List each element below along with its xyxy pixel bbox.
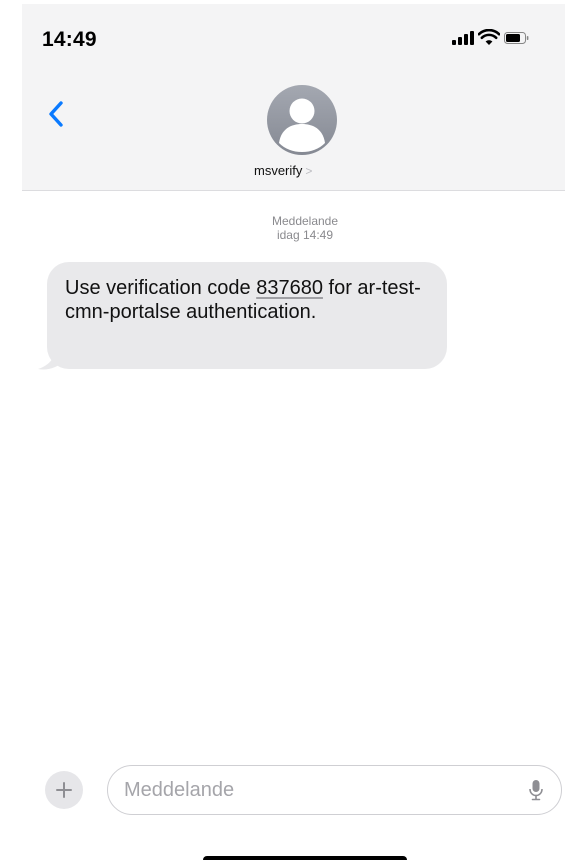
service-label: Meddelande	[271, 214, 339, 228]
plus-icon	[56, 782, 72, 798]
add-attachment-button[interactable]	[45, 771, 83, 809]
cellular-signal-icon	[452, 30, 474, 45]
message-text-before: Use verification code	[65, 277, 257, 299]
wifi-icon	[478, 29, 500, 45]
message-input-container[interactable]	[107, 765, 562, 815]
back-button[interactable]	[44, 98, 68, 130]
contact-name: msverify	[254, 163, 303, 178]
verification-code[interactable]: 837680	[256, 277, 323, 299]
message-timestamp: idag 14:49	[276, 228, 334, 242]
contact-avatar[interactable]	[267, 85, 337, 155]
home-indicator[interactable]	[203, 856, 407, 860]
message-text: Use verification code 837680 for ar-test…	[65, 276, 429, 324]
message-meta: Meddelande idag 14:49	[0, 214, 565, 242]
battery-icon	[504, 32, 529, 44]
contact-chevron-icon: >	[305, 163, 313, 178]
person-avatar-icon	[279, 98, 325, 152]
status-time: 14:49	[42, 28, 97, 51]
microphone-icon[interactable]	[528, 779, 544, 801]
message-input[interactable]	[124, 766, 504, 814]
contact-name-button[interactable]: msverify >	[254, 163, 312, 178]
chevron-left-icon	[49, 101, 63, 127]
incoming-message-bubble[interactable]: Use verification code 837680 for ar-test…	[47, 262, 447, 369]
status-icons	[452, 29, 562, 46]
